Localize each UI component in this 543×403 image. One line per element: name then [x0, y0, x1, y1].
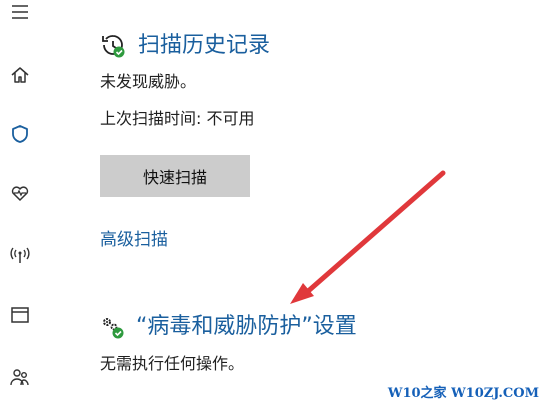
- watermark: W10之家 W10ZJ.COM: [387, 386, 539, 401]
- annotation-arrow: [290, 170, 446, 304]
